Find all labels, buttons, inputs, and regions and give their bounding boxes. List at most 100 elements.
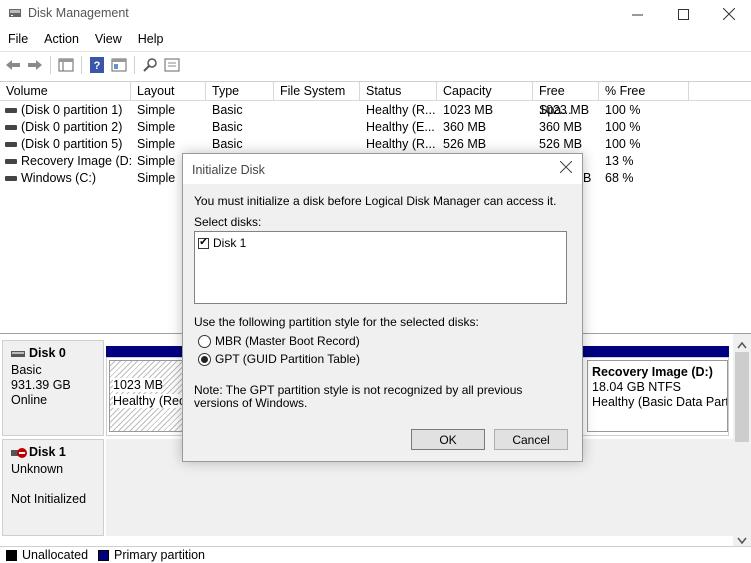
- disk-not-initialized-icon: [11, 447, 27, 462]
- menu-file[interactable]: File: [0, 32, 36, 46]
- fs-cell: [274, 102, 360, 119]
- disk-listbox[interactable]: ✔ Disk 1: [194, 231, 567, 304]
- toolbar-separator: [134, 55, 135, 74]
- type-cell: Basic: [212, 103, 243, 117]
- legend: Unallocated Primary partition: [0, 546, 751, 563]
- fs-cell: [274, 119, 360, 136]
- capacity-cell: 526 MB: [443, 137, 487, 151]
- menu-help[interactable]: Help: [130, 32, 172, 46]
- volume-icon: [5, 108, 17, 114]
- disk-1-item[interactable]: ✔ Disk 1: [198, 236, 246, 250]
- window-title: Disk Management: [28, 6, 129, 20]
- cancel-button[interactable]: Cancel: [494, 429, 568, 450]
- close-button[interactable]: [706, 0, 751, 28]
- dialog-title-bar: Initialize Disk: [183, 154, 582, 184]
- volume-icon: [5, 142, 17, 148]
- gpt-radio[interactable]: [198, 352, 211, 366]
- column-status[interactable]: Status: [360, 82, 437, 101]
- layout-cell: Simple: [137, 137, 176, 151]
- dialog-close-icon[interactable]: [558, 160, 574, 177]
- toolbar: ?: [0, 51, 751, 77]
- type-cell: Basic: [212, 137, 243, 151]
- disk-1-state: Not Initialized: [11, 492, 87, 506]
- column-percent-free[interactable]: % Free: [599, 82, 689, 101]
- recovery-partition-status: Healthy (Basic Data Parti: [592, 395, 728, 409]
- menu-action[interactable]: Action: [36, 32, 87, 46]
- status-cell: Healthy (E...: [366, 120, 435, 134]
- primary-swatch: [98, 549, 110, 561]
- pct-cell: 100 %: [605, 103, 641, 117]
- disk-0-size: 931.39 GB: [11, 378, 71, 392]
- mbr-radio[interactable]: [198, 334, 211, 348]
- disk-management-icon: [8, 6, 22, 20]
- layout-cell: Simple: [137, 120, 176, 134]
- unallocated-swatch: [6, 549, 17, 561]
- disk-0-state: Online: [11, 393, 48, 407]
- column-layout[interactable]: Layout: [131, 82, 206, 101]
- svg-text:?: ?: [94, 60, 101, 72]
- volume-cell: Recovery Image (D:): [0, 153, 131, 170]
- partition-1-size: 1023 MB: [113, 378, 164, 392]
- free-cell: B: [583, 171, 592, 185]
- recovery-partition-size: 18.04 GB NTFS: [592, 380, 681, 394]
- gpt-note: Note: The GPT partition style is not rec…: [194, 383, 523, 410]
- volume-icon: [5, 125, 17, 131]
- free-cell: 360 MB: [539, 120, 583, 134]
- console-tree-icon[interactable]: [55, 54, 77, 76]
- legend-unallocated: Unallocated: [22, 548, 89, 562]
- fs-cell: [274, 136, 360, 153]
- disk-1-name: Disk 1: [29, 445, 66, 459]
- menu-view[interactable]: View: [87, 32, 130, 46]
- scrollbar-thumb[interactable]: [735, 352, 749, 442]
- pct-cell: 68 %: [605, 171, 634, 185]
- title-bar: Disk Management: [0, 0, 751, 28]
- column-volume[interactable]: Volume: [0, 82, 131, 101]
- volume-icon: [5, 159, 17, 165]
- maximize-button[interactable]: [660, 0, 706, 28]
- column-free-space[interactable]: Free Spa...: [533, 82, 599, 117]
- mbr-option[interactable]: MBR (Master Boot Record): [198, 334, 360, 348]
- volume-cell: (Disk 0 partition 2): [0, 119, 131, 136]
- disk-1-label[interactable]: Disk 1 Unknown Not Initialized: [2, 439, 104, 536]
- recovery-partition-name: Recovery Image (D:): [592, 365, 713, 379]
- forward-arrow-icon[interactable]: [24, 54, 46, 76]
- connect-icon[interactable]: [139, 54, 161, 76]
- disk-0-label[interactable]: Disk 0 Basic 931.39 GB Online: [2, 340, 104, 436]
- layout-cell: Simple: [137, 103, 176, 117]
- type-cell: Basic: [212, 120, 243, 134]
- partition-1[interactable]: 1023 MB Healthy (Reco: [109, 360, 193, 432]
- partition-style-label: Use the following partition style for th…: [194, 315, 479, 329]
- scroll-up-icon[interactable]: [737, 338, 747, 352]
- recovery-partition[interactable]: Recovery Image (D:) 18.04 GB NTFS Health…: [587, 360, 728, 432]
- gpt-label: GPT (GUID Partition Table): [215, 352, 360, 366]
- free-cell: 526 MB: [539, 137, 583, 151]
- help-icon[interactable]: ?: [86, 54, 108, 76]
- disk-1-checkbox[interactable]: ✔: [198, 237, 209, 249]
- disk-1-item-label: Disk 1: [213, 236, 247, 250]
- capacity-cell: 360 MB: [443, 120, 487, 134]
- pct-cell: 13 %: [605, 154, 634, 168]
- status-cell: Healthy (R...: [366, 137, 436, 151]
- column-capacity[interactable]: Capacity: [437, 82, 533, 101]
- table-row[interactable]: (Disk 0 partition 1) Simple Basic Health…: [0, 102, 751, 119]
- column-file-system[interactable]: File System: [274, 82, 360, 101]
- properties-icon[interactable]: [108, 54, 130, 76]
- table-row[interactable]: (Disk 0 partition 2) Simple Basic Health…: [0, 119, 751, 136]
- list-header: Volume Layout Type File System Status Ca…: [0, 82, 751, 117]
- partition-1-status: Healthy (Reco: [113, 394, 193, 408]
- table-row[interactable]: (Disk 0 partition 5) Simple Basic Health…: [0, 136, 751, 153]
- back-arrow-icon[interactable]: [2, 54, 24, 76]
- capacity-cell: 1023 MB: [443, 103, 494, 117]
- dialog-title: Initialize Disk: [192, 163, 265, 177]
- pct-cell: 100 %: [605, 120, 641, 134]
- gpt-option[interactable]: GPT (GUID Partition Table): [198, 352, 360, 366]
- volume-cell: Windows (C:): [0, 170, 131, 187]
- volume-cell: (Disk 0 partition 5): [0, 136, 131, 153]
- legend-primary: Primary partition: [114, 548, 206, 562]
- minimize-button[interactable]: [614, 0, 660, 28]
- settings-list-icon[interactable]: [161, 54, 183, 76]
- disk-0-name: Disk 0: [29, 346, 66, 360]
- ok-button[interactable]: OK: [411, 429, 485, 450]
- initialize-disk-dialog: Initialize Disk You must initialize a di…: [182, 153, 583, 462]
- column-type[interactable]: Type: [206, 82, 274, 101]
